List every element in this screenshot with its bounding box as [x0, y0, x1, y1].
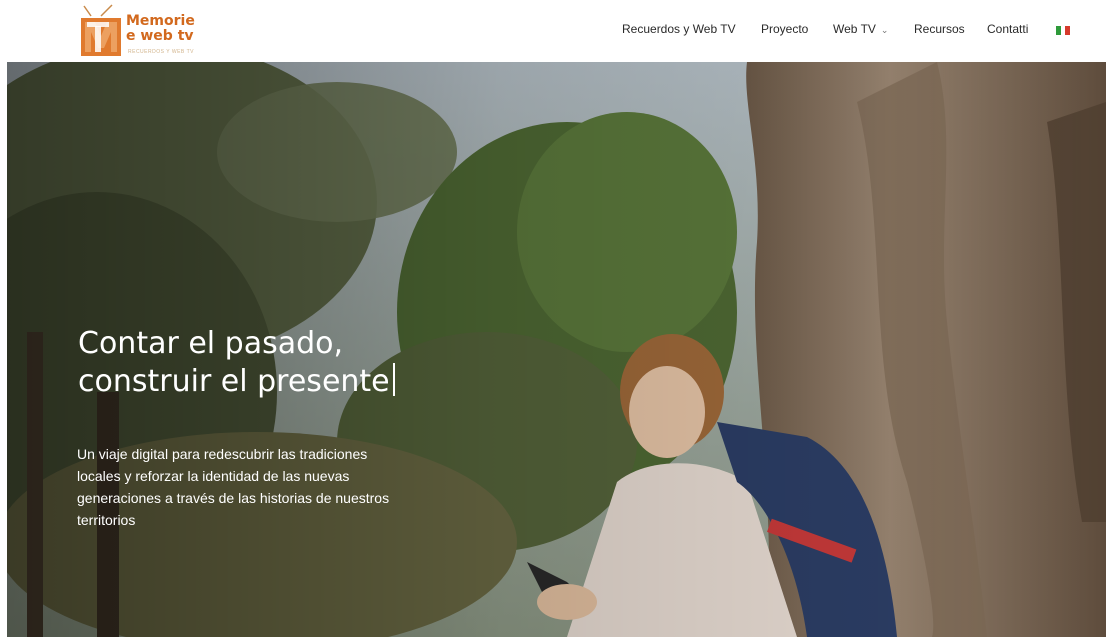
- nav-item-web-tv[interactable]: Web TV ⌄: [833, 22, 888, 36]
- nav-item-recursos[interactable]: Recursos: [914, 22, 965, 36]
- hero-title-line1: Contar el pasado,: [78, 326, 344, 361]
- italian-flag-icon[interactable]: [1056, 26, 1071, 35]
- nav-item-contatti[interactable]: Contatti: [987, 22, 1028, 36]
- typing-cursor: [392, 363, 395, 396]
- nav-item-recuerdos-y-web-tv[interactable]: Recuerdos y Web TV: [622, 22, 736, 36]
- nav-item-web-tv-label: Web TV: [833, 22, 876, 36]
- main-nav: Recuerdos y Web TV Proyecto Web TV ⌄ Recu…: [0, 0, 1106, 62]
- site-header: Memorie e web tv RECUERDOS Y WEB TV Recu…: [0, 0, 1106, 62]
- nav-item-proyecto[interactable]: Proyecto: [761, 22, 808, 36]
- hero-title-line2: construir el presente: [78, 363, 478, 401]
- hero-title: Contar el pasado, construir el presente: [78, 325, 478, 401]
- hero-section: Contar el pasado, construir el presente …: [7, 62, 1106, 637]
- hero-description: Un viaje digital para redescubrir las tr…: [77, 446, 390, 528]
- chevron-down-icon: ⌄: [880, 25, 889, 35]
- hero-title-line2-text: construir el presente: [78, 364, 390, 399]
